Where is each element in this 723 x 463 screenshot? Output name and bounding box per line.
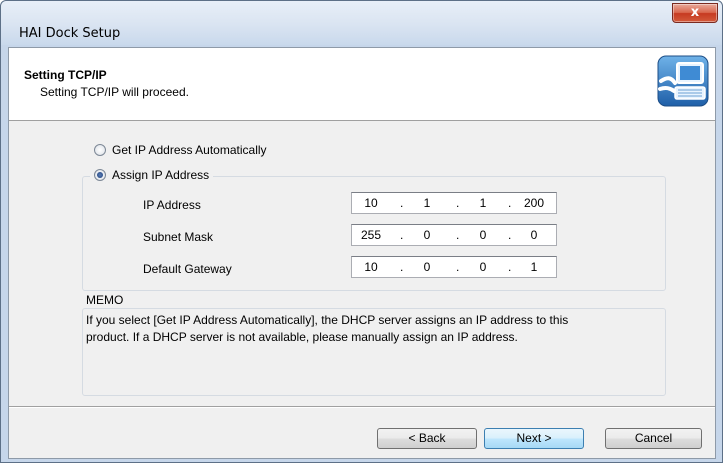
ip-dot: . xyxy=(508,260,512,274)
close-button[interactable]: x xyxy=(672,3,718,23)
subnet-octet-3[interactable]: 0 xyxy=(469,228,497,242)
radio-assign-ip[interactable]: Assign IP Address xyxy=(90,168,214,182)
memo-line-1: If you select [Get IP Address Automatica… xyxy=(86,313,569,327)
title-bar[interactable]: HAI Dock Setup x xyxy=(1,1,722,45)
ip-octet-4[interactable]: 200 xyxy=(520,196,548,210)
radio-button-unchecked[interactable] xyxy=(94,144,106,156)
memo-line-2: product. If a DHCP server is not availab… xyxy=(86,330,518,344)
footer-divider xyxy=(9,406,715,408)
dialog-client-area: Setting TCP/IP Setting TCP/IP will proce… xyxy=(8,47,716,459)
radio-get-ip-automatically[interactable]: Get IP Address Automatically xyxy=(94,143,267,157)
subnet-mask-label: Subnet Mask xyxy=(143,230,214,244)
wizard-header: Setting TCP/IP Setting TCP/IP will proce… xyxy=(9,48,715,121)
subnet-octet-1[interactable]: 255 xyxy=(357,228,385,242)
window-title: HAI Dock Setup xyxy=(19,26,121,41)
ip-dot: . xyxy=(400,228,404,242)
radio-label-assign: Assign IP Address xyxy=(112,168,210,182)
gateway-octet-1[interactable]: 10 xyxy=(357,260,385,274)
memo-title: MEMO xyxy=(86,293,124,307)
subnet-octet-2[interactable]: 0 xyxy=(413,228,441,242)
ip-dot: . xyxy=(456,260,460,274)
ip-octet-3[interactable]: 1 xyxy=(469,196,497,210)
page-subtitle: Setting TCP/IP will proceed. xyxy=(40,85,189,99)
ip-dot: . xyxy=(508,196,512,210)
next-button[interactable]: Next > xyxy=(484,428,584,449)
radio-button-checked[interactable] xyxy=(94,169,106,181)
gateway-octet-2[interactable]: 0 xyxy=(413,260,441,274)
radio-label-auto: Get IP Address Automatically xyxy=(112,143,267,157)
ip-dot: . xyxy=(400,260,404,274)
setup-window: HAI Dock Setup x Setting TCP/IP Setting … xyxy=(0,0,723,463)
ip-address-input[interactable]: 10 . 1 . 1 . 200 xyxy=(351,192,557,214)
ip-dot: . xyxy=(456,196,460,210)
ip-address-label: IP Address xyxy=(143,198,201,212)
memo-text: If you select [Get IP Address Automatica… xyxy=(86,312,646,346)
cancel-button[interactable]: Cancel xyxy=(605,428,702,449)
gateway-octet-3[interactable]: 0 xyxy=(469,260,497,274)
page-title: Setting TCP/IP xyxy=(24,68,107,82)
default-gateway-label: Default Gateway xyxy=(143,262,232,276)
computer-network-icon xyxy=(657,55,709,107)
ip-dot: . xyxy=(456,228,460,242)
back-button[interactable]: < Back xyxy=(377,428,477,449)
ip-octet-2[interactable]: 1 xyxy=(413,196,441,210)
ip-octet-1[interactable]: 10 xyxy=(357,196,385,210)
close-icon: x xyxy=(690,5,700,20)
gateway-octet-4[interactable]: 1 xyxy=(520,260,548,274)
subnet-mask-input[interactable]: 255 . 0 . 0 . 0 xyxy=(351,224,557,246)
ip-dot: . xyxy=(400,196,404,210)
ip-dot: . xyxy=(508,228,512,242)
subnet-octet-4[interactable]: 0 xyxy=(520,228,548,242)
default-gateway-input[interactable]: 10 . 0 . 0 . 1 xyxy=(351,256,557,278)
